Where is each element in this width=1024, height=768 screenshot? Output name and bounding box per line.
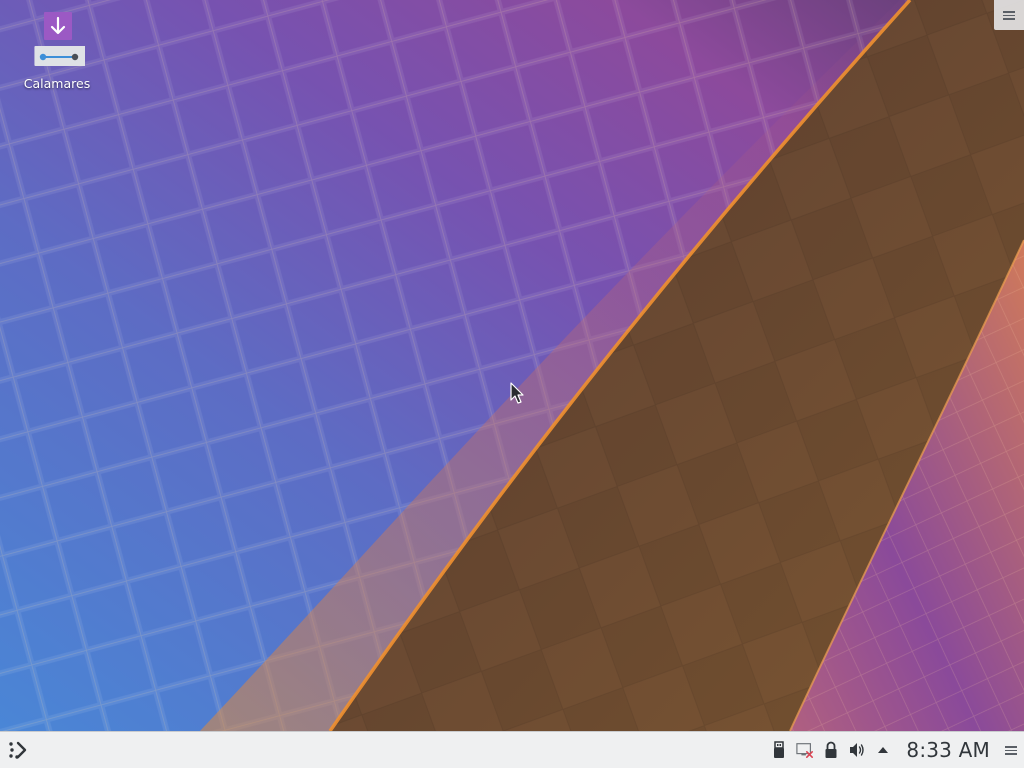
taskbar-panel: 8:33 AM — [0, 731, 1024, 768]
mouse-cursor-icon — [510, 382, 524, 404]
calamares-installer-icon — [29, 10, 87, 70]
system-tray: 8:33 AM — [766, 732, 1024, 768]
application-launcher-button[interactable] — [4, 736, 32, 764]
volume-icon[interactable] — [848, 741, 866, 759]
lock-screen-icon[interactable] — [822, 741, 840, 759]
digital-clock[interactable]: 8:33 AM — [906, 738, 990, 762]
network-disconnected-icon[interactable] — [796, 741, 814, 759]
panel-options-button[interactable] — [998, 732, 1024, 768]
panel-options-icon — [1005, 745, 1017, 755]
desktop[interactable]: Calamares — [0, 0, 1024, 731]
kde-application-launcher-icon — [9, 741, 27, 759]
desktop-icon-calamares[interactable]: Calamares — [20, 10, 94, 98]
desktop-icon-label: Calamares — [23, 76, 91, 91]
wallpaper — [0, 0, 1024, 731]
usb-device-icon[interactable] — [770, 741, 788, 759]
expand-tray-arrow-icon[interactable] — [874, 741, 892, 759]
hamburger-menu-icon — [1003, 10, 1015, 20]
desktop-toolbox-button[interactable] — [994, 0, 1024, 30]
